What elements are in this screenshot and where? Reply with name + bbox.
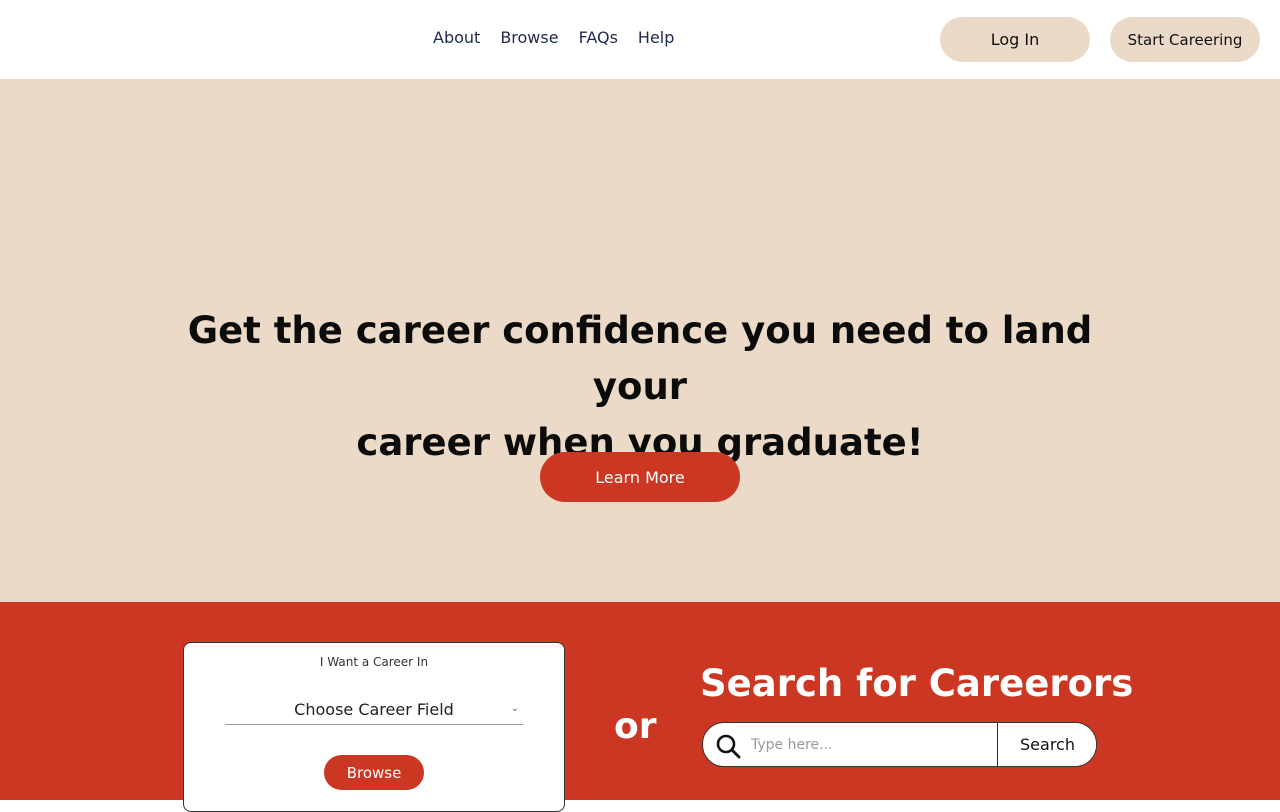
browse-button[interactable]: Browse (324, 755, 424, 790)
nav-browse-link[interactable]: Browse (500, 28, 558, 48)
search-input[interactable] (751, 723, 996, 766)
career-search-band: I Want a Career In Choose Career Field ⌄… (0, 602, 1280, 812)
site-header: About Browse FAQs Help Log In Start Care… (0, 0, 1280, 79)
career-field-select-value: Choose Career Field (294, 700, 454, 719)
nav-about-link[interactable]: About (433, 28, 480, 48)
chevron-down-icon: ⌄ (510, 703, 519, 714)
or-divider-text: or (614, 706, 657, 747)
career-field-select[interactable]: Choose Career Field ⌄ (225, 695, 523, 725)
hero-section: Get the career confidence you need to la… (0, 79, 1280, 602)
search-icon (716, 734, 741, 759)
search-title: Search for Careerors (700, 662, 1134, 705)
search-bar: Search (702, 722, 1097, 767)
start-careering-button[interactable]: Start Careering (1110, 17, 1260, 62)
nav-faqs-link[interactable]: FAQs (579, 28, 618, 48)
career-picker-label: I Want a Career In (319, 655, 429, 669)
hero-title-line1: Get the career confidence you need to la… (187, 309, 1093, 408)
search-button[interactable]: Search (997, 723, 1096, 766)
career-picker-card: I Want a Career In Choose Career Field ⌄… (183, 642, 565, 812)
main-nav: About Browse FAQs Help (433, 28, 694, 48)
nav-help-link[interactable]: Help (638, 28, 674, 48)
hero-title: Get the career confidence you need to la… (180, 303, 1100, 471)
learn-more-button[interactable]: Learn More (540, 452, 740, 502)
login-button[interactable]: Log In (940, 17, 1090, 62)
